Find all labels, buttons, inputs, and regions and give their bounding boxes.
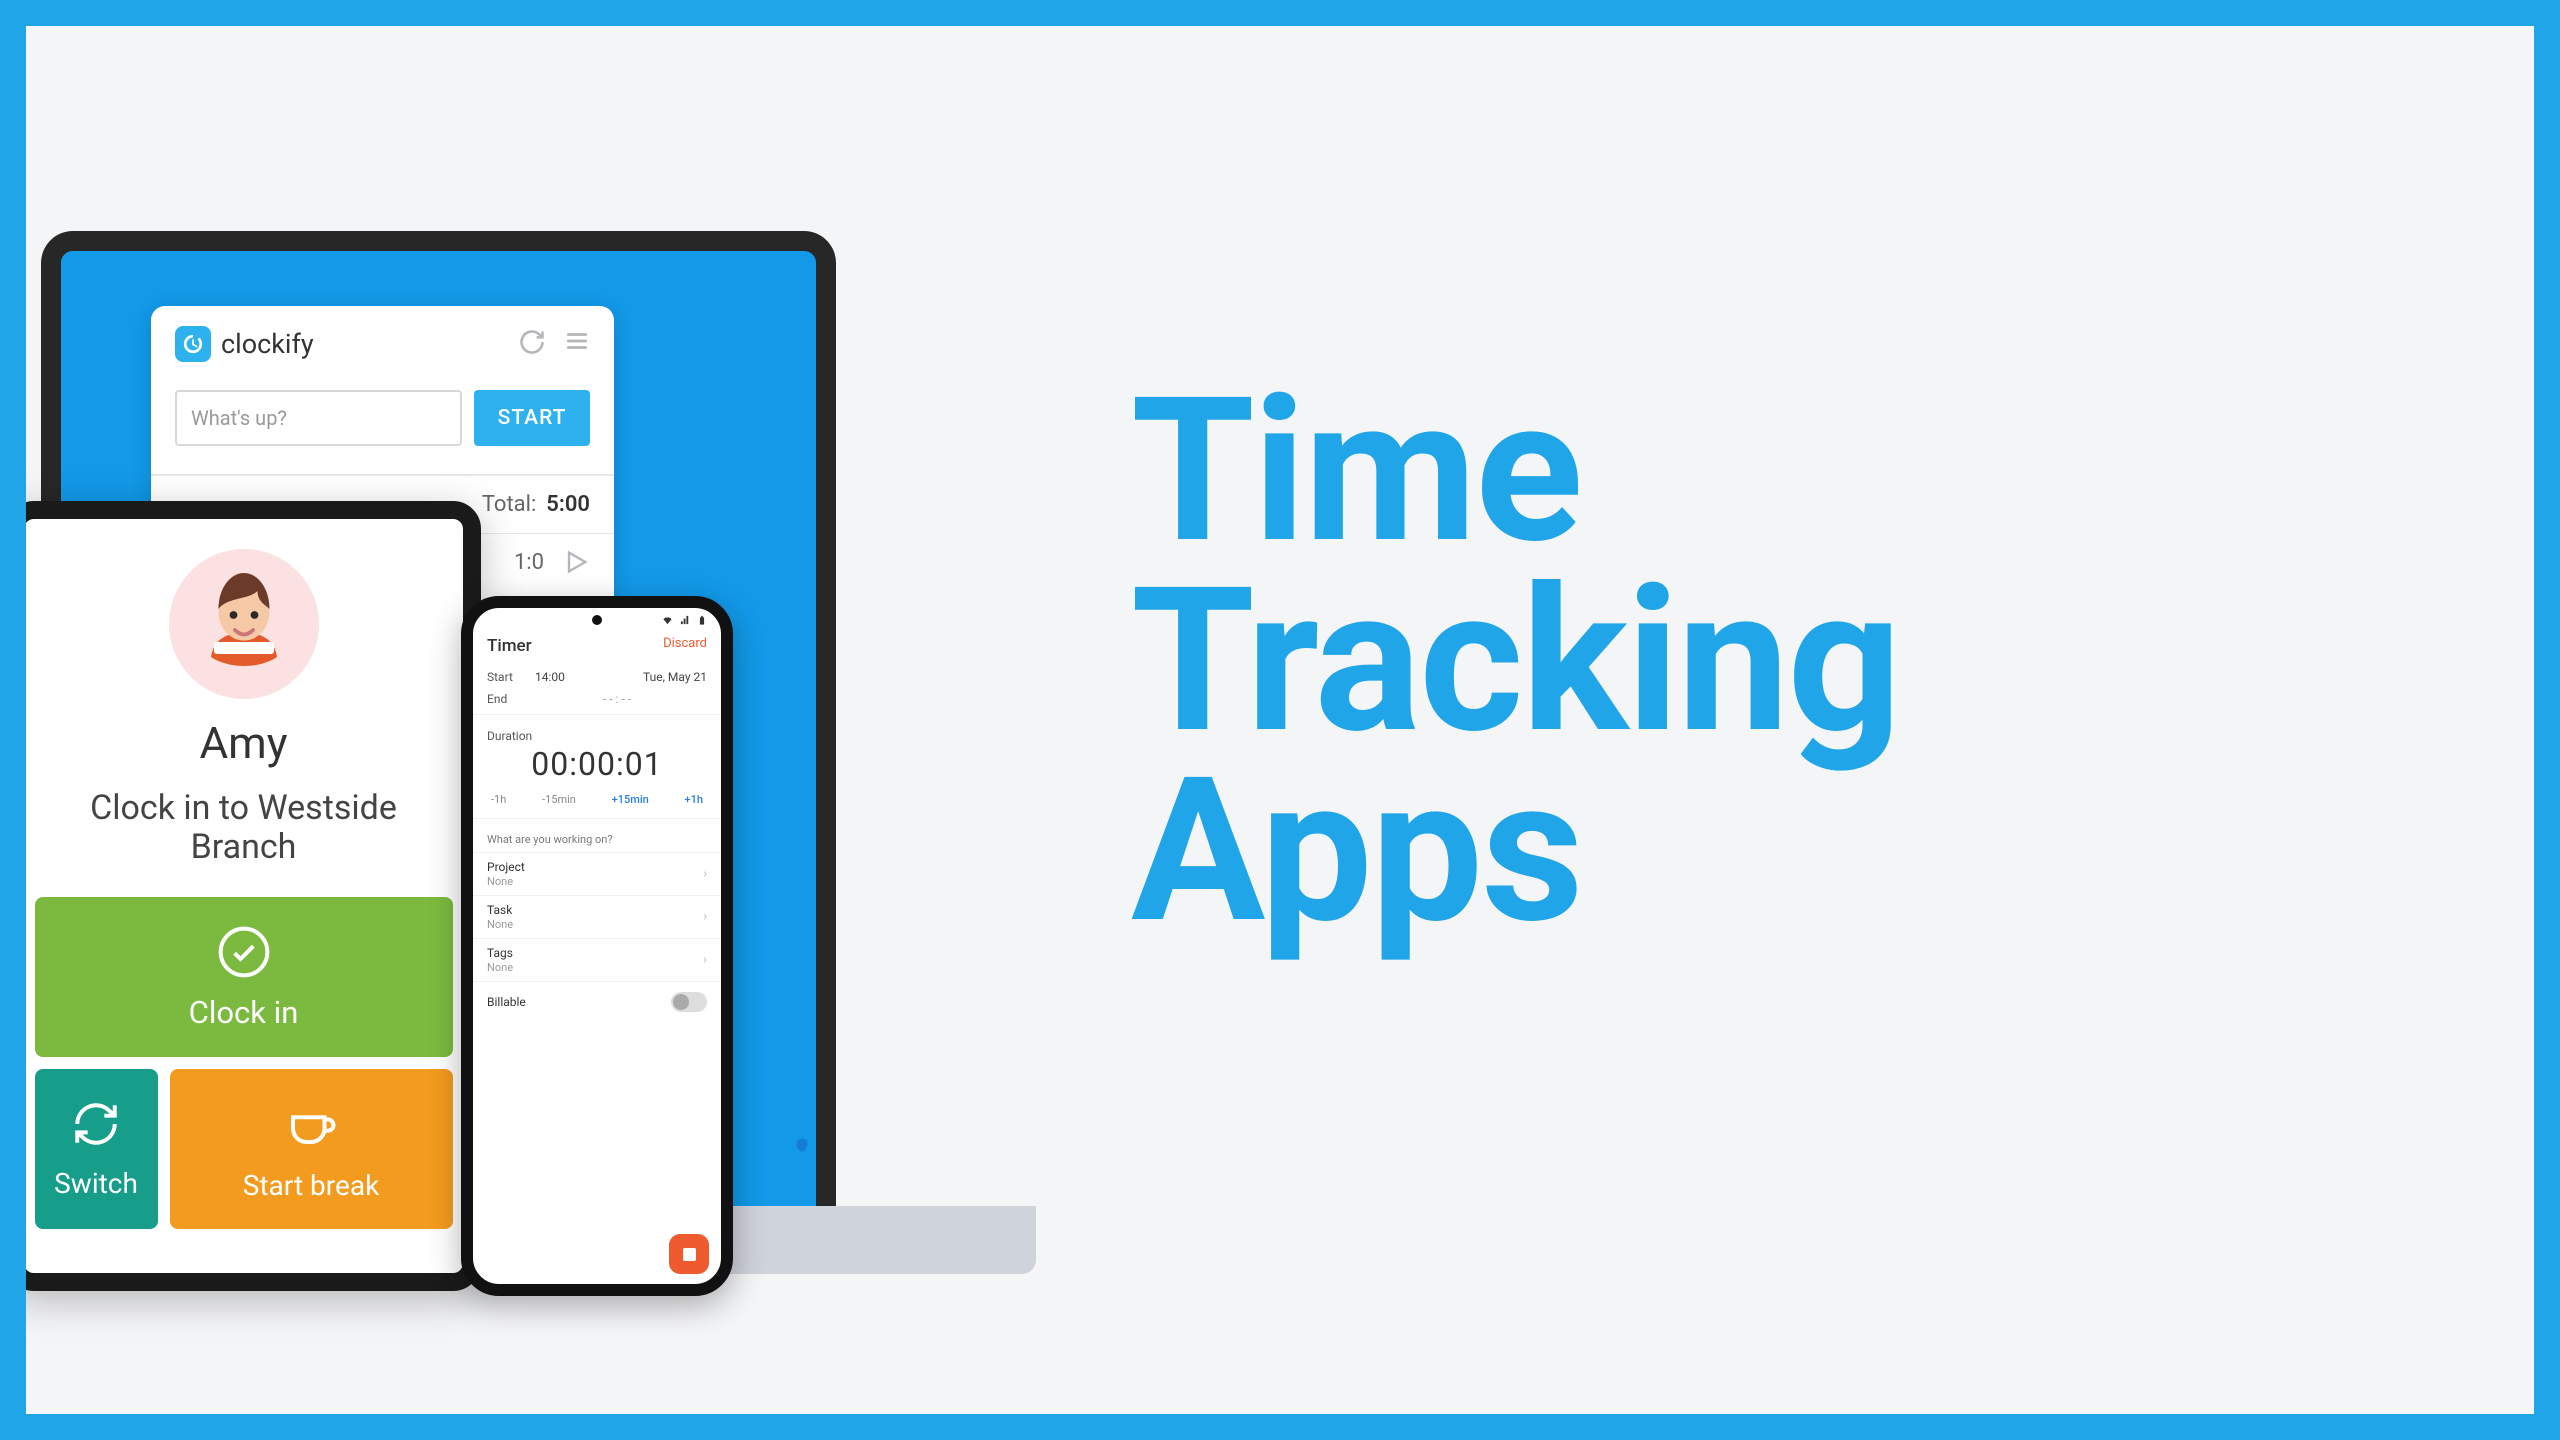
task-label: Task [487,903,707,917]
end-time[interactable]: - - : - - [603,692,631,706]
check-icon [216,924,272,984]
clock-in-button[interactable]: Clock in [35,897,453,1057]
billable-label: Billable [487,995,526,1009]
clockify-header-actions [518,328,590,360]
clockify-brand-name: clockify [221,328,314,360]
location-prompt: Clock in to Westside Branch [90,789,397,867]
menu-icon[interactable] [564,328,590,360]
start-label: Start [487,670,527,684]
refresh-icon[interactable] [518,328,546,360]
stop-button[interactable] [669,1234,709,1274]
start-time[interactable]: 14:00 [527,670,643,684]
entry-duration: 1:0 [514,550,544,575]
end-label: End [487,692,527,706]
battery-icon [697,614,707,627]
timer-title: Timer [487,636,532,656]
stop-icon [683,1248,696,1261]
switch-label: Switch [54,1167,138,1200]
coffee-icon [284,1097,338,1155]
quick-adjust-row: -1h -15min +15min +1h [473,789,721,814]
clockify-brand: clockify [175,326,314,362]
title-line-2: Tracking [1131,566,1900,756]
phone-frame: Timer Discard Start 14:00 Tue, May 21 En… [461,596,733,1296]
minus-1h-button[interactable]: -1h [491,793,506,806]
action-row: Switch Start break [35,1069,453,1229]
task-field[interactable]: Task None › [473,895,721,938]
task-value: None [487,918,707,931]
switch-button[interactable]: Switch [35,1069,158,1229]
tags-field[interactable]: Tags None › [473,938,721,981]
tablet-frame: Amy Clock in to Westside Branch Clock in… [26,501,481,1291]
title-line-1: Time [1131,376,1900,566]
start-row: Start 14:00 Tue, May 21 [473,666,721,688]
shield-icon [794,1136,810,1154]
signal-icon [679,615,692,626]
tags-value: None [487,961,707,974]
chevron-right-icon: › [703,910,707,925]
title-line-3: Apps [1131,756,1900,946]
user-name: Amy [199,717,287,769]
billable-toggle[interactable] [671,992,707,1012]
project-label: Project [487,860,707,874]
clockify-input-row: What's up? START [175,390,590,446]
tags-label: Tags [487,946,707,960]
total-value: 5:00 [546,492,590,517]
break-label: Start break [243,1169,380,1202]
end-row: End - - : - - [473,688,721,710]
start-date[interactable]: Tue, May 21 [643,670,707,684]
chevron-right-icon: › [703,867,707,882]
divider [473,714,721,715]
minus-15min-button[interactable]: -15min [542,793,576,806]
poster-title: Time Tracking Apps [1131,376,1900,946]
switch-icon [71,1099,121,1153]
avatar [169,549,319,699]
start-break-button[interactable]: Start break [170,1069,453,1229]
duration-label: Duration [473,719,721,743]
duration-value: 00:00:01 [473,743,721,789]
chevron-right-icon: › [703,953,707,968]
total-label: Total: [482,492,536,517]
start-button[interactable]: START [474,390,590,446]
play-icon[interactable] [562,548,590,576]
project-field[interactable]: Project None › [473,852,721,895]
kiosk-app: Amy Clock in to Westside Branch Clock in… [26,519,463,1273]
plus-1h-button[interactable]: +1h [685,793,703,806]
phone-status-icons [661,614,707,627]
timer-app: Timer Discard Start 14:00 Tue, May 21 En… [473,608,721,1284]
plus-15min-button[interactable]: +15min [612,793,649,806]
clockify-logo-icon [175,326,211,362]
canvas: Time Tracking Apps clockify [26,26,2534,1414]
project-value: None [487,875,707,888]
discard-button[interactable]: Discard [663,636,707,656]
billable-row: Billable [473,981,721,1022]
description-input[interactable]: What are you working on? [473,823,721,852]
location-line-2: Branch [191,827,297,867]
clock-in-label: Clock in [189,994,299,1031]
task-input[interactable]: What's up? [175,390,462,446]
divider [473,818,721,819]
clockify-header: clockify [175,326,590,362]
phone-camera [592,615,602,625]
location-line-1: Clock in to Westside [90,788,397,828]
wifi-icon [661,615,674,626]
